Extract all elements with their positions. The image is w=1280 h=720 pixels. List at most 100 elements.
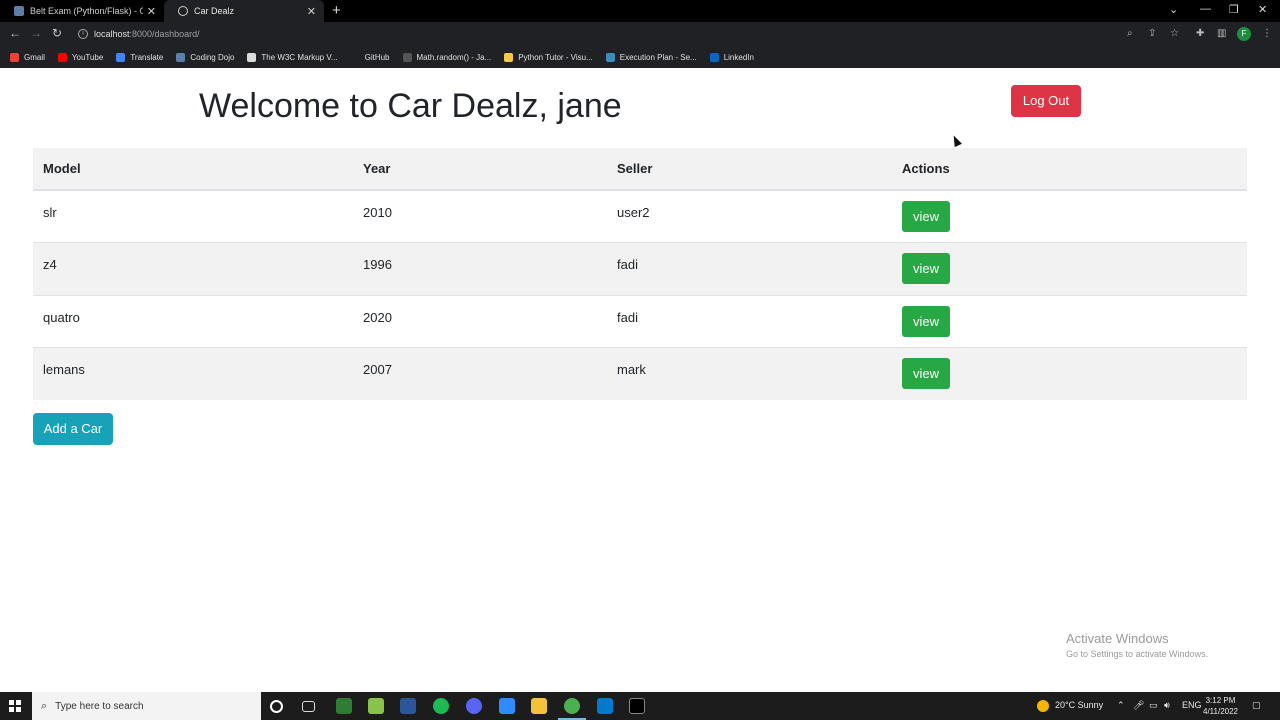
- cell-seller: mark: [607, 347, 892, 400]
- bookmark-github[interactable]: GitHub: [351, 53, 390, 62]
- view-button[interactable]: view: [902, 358, 950, 389]
- tab-title: Car Dealz: [194, 6, 235, 16]
- discord-icon[interactable]: [466, 698, 482, 714]
- profile-avatar[interactable]: F: [1237, 27, 1251, 41]
- cell-seller: user2: [607, 189, 892, 243]
- execution-plan-icon: [605, 52, 615, 62]
- zoom-icon[interactable]: ⌕: [1127, 28, 1133, 39]
- table-row: quatro 2020 fadi view: [33, 294, 1247, 348]
- close-tab-icon[interactable]: ✕: [147, 5, 156, 18]
- bookmark-gmail[interactable]: Gmail: [10, 52, 45, 62]
- bookmark-label: Gmail: [24, 52, 45, 62]
- browser-tab-bar: Belt Exam (Python/Flask) - Optio ✕ Car D…: [0, 0, 1280, 22]
- spotify-icon[interactable]: [433, 698, 449, 714]
- column-header-seller: Seller: [607, 148, 892, 191]
- cell-seller: fadi: [607, 242, 892, 295]
- notifications-icon[interactable]: ▢: [1252, 700, 1261, 711]
- cell-year: 1996: [353, 242, 607, 295]
- app-icon-blue[interactable]: [400, 698, 416, 714]
- minimize-icon[interactable]: —: [1200, 3, 1211, 15]
- watermark-title: Activate Windows: [1066, 631, 1169, 646]
- bookmark-label: Translate: [130, 52, 164, 62]
- bookmark-label: GitHub: [364, 52, 390, 62]
- reload-icon[interactable]: ↻: [52, 26, 62, 40]
- view-button[interactable]: view: [902, 253, 950, 284]
- windows-start-icon[interactable]: [9, 700, 21, 712]
- bookmark-python-tutor[interactable]: Python Tutor - Visu...: [504, 52, 593, 62]
- share-icon[interactable]: ⇪: [1148, 28, 1156, 39]
- python-icon: [504, 52, 514, 62]
- extensions-puzzle-icon[interactable]: ✚: [1196, 28, 1204, 39]
- tab-car-dealz[interactable]: Car Dealz ✕: [164, 0, 324, 22]
- tab-belt-exam[interactable]: Belt Exam (Python/Flask) - Optio ✕: [0, 0, 164, 22]
- bookmark-linkedin[interactable]: LinkedIn: [709, 52, 754, 62]
- zoom-app-icon[interactable]: [499, 698, 515, 714]
- bookmark-label: YouTube: [71, 52, 104, 62]
- clock-date: 4/11/2022: [1203, 707, 1238, 716]
- cell-model: quatro: [33, 294, 353, 348]
- watermark-subtitle: Go to Settings to activate Windows.: [1066, 649, 1209, 659]
- back-arrow-icon[interactable]: ←: [9, 26, 21, 40]
- cortana-icon[interactable]: [270, 700, 283, 713]
- table-row: z4 1996 fadi view: [33, 242, 1247, 295]
- taskbar-clock[interactable]: 3:12 PM 4/11/2022: [1203, 695, 1238, 717]
- table-header-row: Model Year Seller Actions: [33, 148, 1247, 191]
- cell-year: 2010: [353, 189, 607, 243]
- bookmark-label: Math.random() - Ja...: [416, 52, 492, 62]
- tab-search-chevron-icon[interactable]: ⌄: [1169, 3, 1178, 16]
- cell-seller: fadi: [607, 294, 892, 348]
- activate-windows-watermark: Activate Windows Go to Settings to activ…: [1066, 631, 1208, 659]
- site-info-icon[interactable]: i: [78, 29, 88, 39]
- new-tab-icon[interactable]: +: [332, 2, 341, 19]
- cell-actions: view: [892, 189, 1247, 243]
- bookmark-star-icon[interactable]: ☆: [1170, 28, 1179, 39]
- bookmark-coding-dojo[interactable]: Coding Dojo: [176, 52, 234, 62]
- weather-text[interactable]: 20°C Sunny: [1055, 700, 1103, 710]
- mdn-icon: [402, 52, 412, 62]
- table-row: slr 2010 user2 view: [33, 189, 1247, 243]
- forward-arrow-icon[interactable]: →: [30, 26, 42, 40]
- language-indicator[interactable]: ENG: [1182, 700, 1202, 710]
- url-field[interactable]: i localhost:8000/dashboard/: [72, 25, 1146, 43]
- view-button[interactable]: view: [902, 201, 950, 232]
- logout-button[interactable]: Log Out: [1011, 85, 1081, 117]
- close-tab-icon[interactable]: ✕: [307, 5, 316, 18]
- app-icon-green[interactable]: [336, 698, 352, 714]
- bookmark-translate[interactable]: Translate: [116, 52, 164, 62]
- close-window-icon[interactable]: ✕: [1258, 3, 1267, 16]
- restore-icon[interactable]: ❐: [1229, 3, 1239, 16]
- chrome-icon[interactable]: [558, 698, 586, 720]
- cell-model: slr: [33, 189, 353, 243]
- bookmark-youtube[interactable]: YouTube: [57, 52, 104, 62]
- add-car-button[interactable]: Add a Car: [33, 413, 113, 445]
- vscode-icon[interactable]: [597, 698, 613, 714]
- w3c-icon: [247, 52, 257, 62]
- side-panel-icon[interactable]: ▥: [1217, 28, 1226, 39]
- weather-sun-icon: [1037, 700, 1049, 712]
- menu-kebab-icon[interactable]: ⋮: [1262, 28, 1272, 39]
- cell-model: lemans: [33, 347, 353, 400]
- network-icon[interactable]: ▭: [1149, 700, 1158, 711]
- task-view-icon[interactable]: [302, 701, 315, 712]
- taskbar-search-field[interactable]: ⌕ Type here to search: [32, 692, 261, 720]
- windows-taskbar: ⌕ Type here to search 20°C Sunny ⌃ 🎤︎ ▭ …: [0, 692, 1280, 720]
- view-button[interactable]: view: [902, 305, 950, 337]
- tray-chevron-up-icon[interactable]: ⌃: [1117, 700, 1125, 711]
- tab-title: Belt Exam (Python/Flask) - Optio: [30, 6, 143, 16]
- volume-icon[interactable]: 🔊︎: [1164, 700, 1170, 711]
- lambda-app-icon[interactable]: [368, 698, 384, 714]
- bookmark-w3c[interactable]: The W3C Markup V...: [247, 52, 338, 62]
- bookmark-label: Execution Plan - Se...: [619, 52, 697, 62]
- cell-actions: view: [892, 347, 1247, 400]
- bookmarks-bar: Gmail YouTube Translate Coding Dojo The …: [0, 46, 1280, 68]
- globe-icon: [178, 6, 188, 16]
- terminal-icon[interactable]: [629, 698, 645, 714]
- bookmark-execution-plan[interactable]: Execution Plan - Se...: [605, 52, 697, 62]
- page-title: Welcome to Car Dealz, jane: [199, 87, 622, 125]
- file-explorer-icon[interactable]: [531, 698, 547, 714]
- dashboard-page: Welcome to Car Dealz, jane Log Out Model…: [0, 68, 1280, 692]
- microphone-icon[interactable]: 🎤︎: [1133, 700, 1144, 711]
- search-icon: ⌕: [41, 699, 48, 712]
- bookmark-math-random[interactable]: Math.random() - Ja...: [402, 52, 492, 62]
- translate-icon: [116, 52, 126, 62]
